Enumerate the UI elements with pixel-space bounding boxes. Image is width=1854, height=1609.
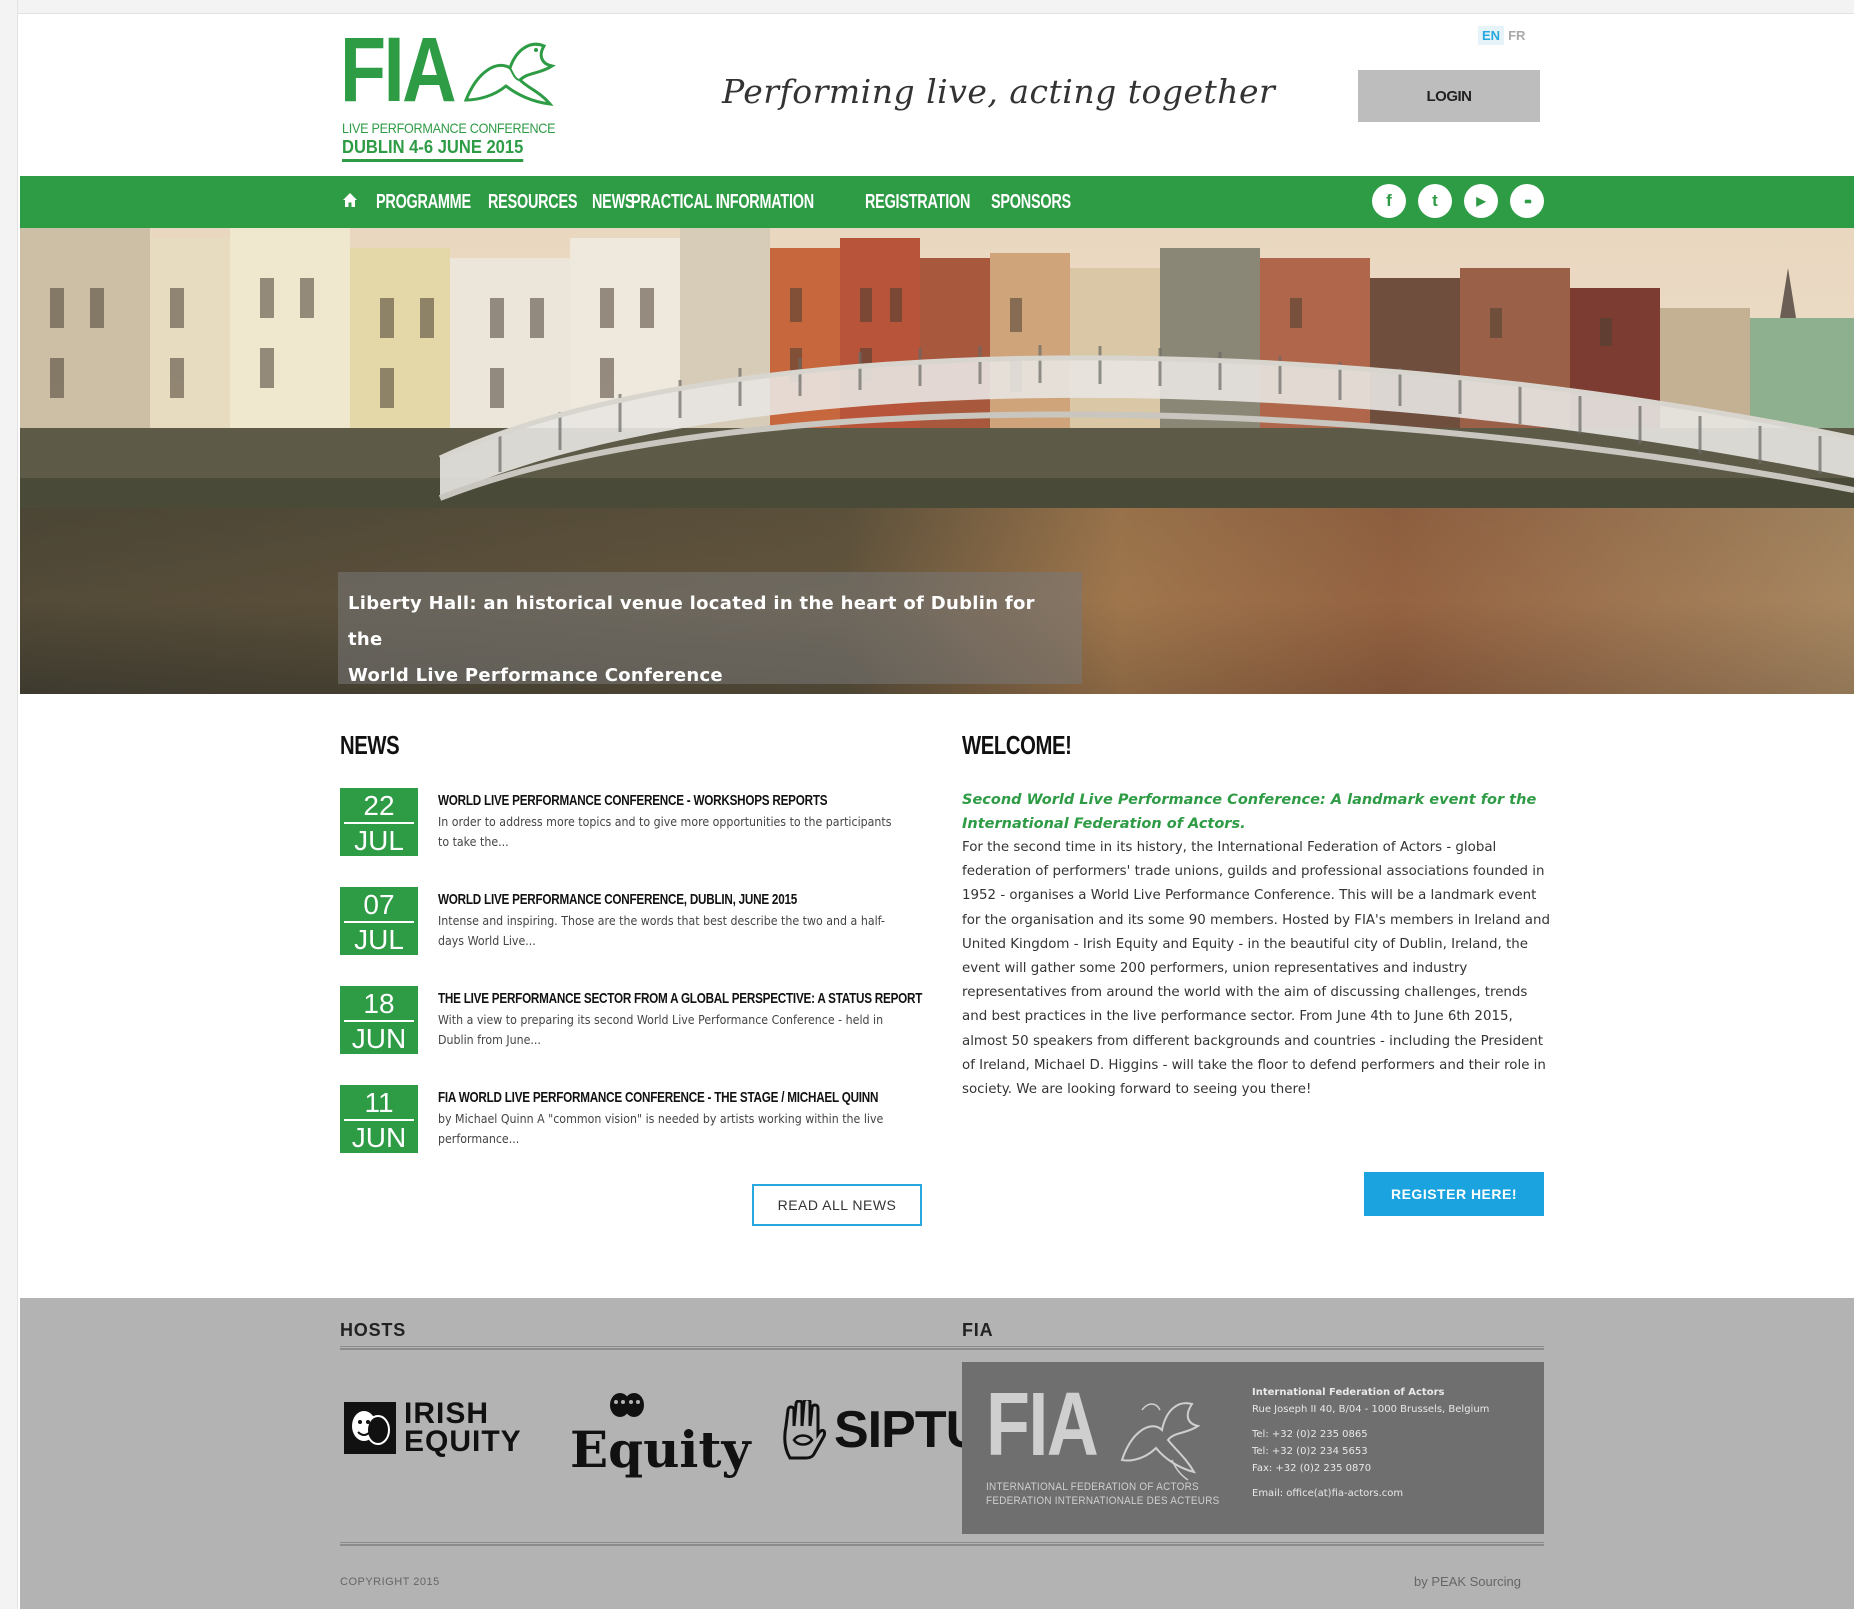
logo-date: DUBLIN 4-6 JUNE 2015 <box>342 137 524 162</box>
browser-left-edge <box>0 0 18 1609</box>
read-all-news-button[interactable]: READ ALL NEWS <box>752 1184 922 1226</box>
hand-icon <box>783 1400 826 1460</box>
nav-item-registration[interactable]: REGISTRATION <box>865 191 970 214</box>
fia-full-name-fr: FEDERATION INTERNATIONALE DES ACTEURS <box>986 1495 1220 1507</box>
news-title-link[interactable]: WORLD LIVE PERFORMANCE CONFERENCE - WORK… <box>438 792 828 809</box>
news-excerpt: With a view to preparing its second Worl… <box>438 1013 884 1047</box>
fia-full-name-en: INTERNATIONAL FEDERATION OF ACTORS <box>986 1481 1199 1493</box>
nav-item-programme[interactable]: PROGRAMME <box>376 191 471 214</box>
fia-mark-icon <box>1120 1402 1201 1481</box>
welcome-subtitle: Second World Live Performance Conference… <box>962 792 1537 832</box>
news-title-link[interactable]: WORLD LIVE PERFORMANCE CONFERENCE, DUBLI… <box>438 891 797 908</box>
logo-bird-icon <box>463 42 556 106</box>
news-day: 18 <box>344 987 414 1022</box>
news-day: 22 <box>344 789 414 824</box>
news-day: 07 <box>344 888 414 923</box>
facebook-icon[interactable]: f <box>1372 184 1406 218</box>
copyright-text: COPYRIGHT 2015 <box>340 1576 440 1588</box>
fia-fax: Fax: +32 (0)2 235 0870 <box>1252 1463 1372 1474</box>
site-tagline: Performing live, acting together <box>722 72 1276 111</box>
news-date-badge: 22 JUL <box>340 788 418 856</box>
news-heading: NEWS <box>340 730 400 760</box>
login-button[interactable]: LOGIN <box>1358 70 1540 122</box>
news-month: JUN <box>351 1122 407 1153</box>
footer-divider-top <box>340 1346 1544 1350</box>
hero-caption: Liberty Hall: an historical venue locate… <box>338 572 1082 686</box>
news-item[interactable]: 11 JUN FIA WORLD LIVE PERFORMANCE CONFER… <box>340 1085 920 1184</box>
news-item[interactable]: 07 JUL WORLD LIVE PERFORMANCE CONFERENCE… <box>340 887 920 986</box>
news-month: JUL <box>354 924 404 955</box>
equity-logo[interactable]: Equity <box>570 1393 751 1479</box>
browser-top-edge <box>0 0 1854 14</box>
youtube-icon[interactable]: ▶ <box>1464 184 1498 218</box>
host-logos: IRISH EQUITY Equity SIPTU <box>344 1390 983 1502</box>
news-list: 22 JUL WORLD LIVE PERFORMANCE CONFERENCE… <box>340 788 922 1184</box>
siptu-wordmark: SIPTU <box>834 1401 983 1459</box>
language-switcher: EN FR <box>1478 26 1529 45</box>
news-item[interactable]: 22 JUL WORLD LIVE PERFORMANCE CONFERENCE… <box>340 788 920 887</box>
home-icon[interactable] <box>342 192 358 208</box>
main-nav: PROGRAMME RESOURCES NEWS PRACTICAL INFOR… <box>20 176 1854 228</box>
hero-caption-line-1: Liberty Hall: an historical venue locate… <box>348 593 1035 650</box>
news-title-link[interactable]: THE LIVE PERFORMANCE SECTOR FROM A GLOBA… <box>438 990 922 1007</box>
irish-equity-line-2: EQUITY <box>404 1425 522 1458</box>
fia-tel-2: Tel: +32 (0)2 234 5653 <box>1252 1446 1368 1457</box>
news-date-badge: 07 JUL <box>340 887 418 955</box>
fia-contact-info: International Federation of Actors Rue J… <box>1252 1384 1489 1502</box>
fia-org-name: International Federation of Actors <box>1252 1387 1445 1398</box>
fia-full-name: INTERNATIONAL FEDERATION OF ACTORS FEDER… <box>986 1480 1220 1508</box>
news-date-badge: 11 JUN <box>340 1085 418 1153</box>
site-footer: HOSTS FIA IRISH EQUITY Equity SIPTU FIA … <box>20 1298 1854 1609</box>
hero-banner: Liberty Hall: an historical venue locate… <box>20 228 1854 694</box>
twitter-icon[interactable]: t <box>1418 184 1452 218</box>
irish-equity-logo[interactable]: IRISH EQUITY <box>344 1397 522 1458</box>
register-button[interactable]: REGISTER HERE! <box>1364 1172 1544 1216</box>
news-item[interactable]: 18 JUN THE LIVE PERFORMANCE SECTOR FROM … <box>340 986 922 1085</box>
welcome-body: For the second time in its history, the … <box>962 840 1550 1098</box>
theatre-masks-icon <box>344 1402 396 1454</box>
news-title-link[interactable]: FIA WORLD LIVE PERFORMANCE CONFERENCE - … <box>438 1089 878 1106</box>
hosts-heading: HOSTS <box>340 1320 407 1340</box>
fia-footer-logo: FIA <box>986 1375 1099 1475</box>
flickr-icon[interactable]: •• <box>1510 184 1544 218</box>
hero-caption-line-2: World Live Performance Conference <box>348 665 723 686</box>
news-month: JUL <box>354 825 404 856</box>
fia-heading: FIA <box>962 1320 994 1340</box>
lang-en-link[interactable]: EN <box>1478 26 1505 45</box>
credit-link[interactable]: by PEAK Sourcing <box>1414 1574 1521 1589</box>
site-header: FIA LIVE PERFORMANCE CONFERENCE DUBLIN 4… <box>20 14 1854 176</box>
siptu-logo[interactable]: SIPTU <box>780 1400 983 1460</box>
news-day: 11 <box>344 1086 414 1121</box>
fia-email-link[interactable]: Email: office(at)fia-actors.com <box>1252 1485 1489 1502</box>
nav-items: PROGRAMME RESOURCES NEWS PRACTICAL INFOR… <box>376 176 1082 228</box>
social-links: f t ▶ •• <box>1372 184 1544 218</box>
nav-item-sponsors[interactable]: SPONSORS <box>991 191 1071 214</box>
news-month: JUN <box>351 1023 407 1054</box>
lang-fr-link[interactable]: FR <box>1504 26 1529 45</box>
fia-address: Rue Joseph II 40, B/04 - 1000 Brussels, … <box>1252 1404 1490 1415</box>
logo-wordmark: FIA <box>340 19 457 121</box>
logo-subtitle: LIVE PERFORMANCE CONFERENCE <box>342 120 556 136</box>
fia-info-box: FIA INTERNATIONAL FEDERATION OF ACTORS F… <box>962 1362 1544 1534</box>
news-excerpt: In order to address more topics and to g… <box>438 815 892 849</box>
masks-icon <box>610 1393 644 1417</box>
equity-wordmark: Equity <box>570 1420 751 1479</box>
footer-divider-bottom <box>340 1542 1544 1546</box>
news-excerpt: by Michael Quinn A "common vision" is ne… <box>438 1112 884 1146</box>
irish-equity-line-1: IRISH <box>404 1397 490 1430</box>
news-date-badge: 18 JUN <box>340 986 418 1054</box>
welcome-heading: WELCOME! <box>962 730 1072 760</box>
nav-item-resources[interactable]: RESOURCES <box>488 191 577 214</box>
news-excerpt: Intense and inspiring. Those are the wor… <box>438 914 885 948</box>
site-logo[interactable]: FIA LIVE PERFORMANCE CONFERENCE DUBLIN 4… <box>340 24 560 164</box>
nav-item-practical-information[interactable]: PRACTICAL INFORMATION <box>631 191 814 214</box>
nav-item-news[interactable]: NEWS <box>592 191 635 214</box>
fia-tel-1: Tel: +32 (0)2 235 0865 <box>1252 1429 1368 1440</box>
